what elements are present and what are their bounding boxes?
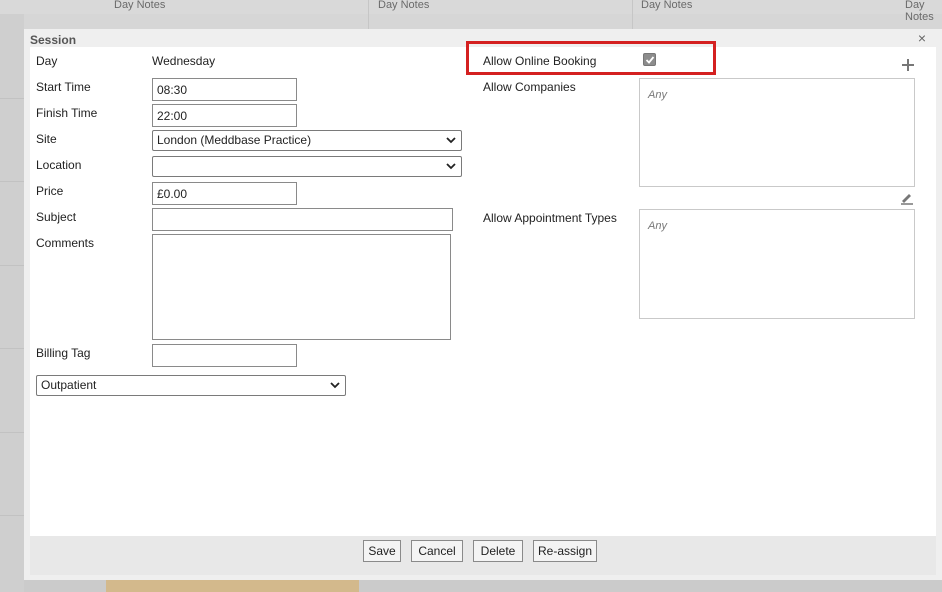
subject-label: Subject [36,210,77,224]
allow-online-booking-label: Allow Online Booking [483,54,597,68]
session-dialog: Session × Day Wednesday Start Time 08:30… [24,29,942,580]
start-time-input[interactable]: 08:30 [152,78,297,101]
chevron-down-icon [330,382,340,389]
appointment-class-select[interactable]: Outpatient [36,375,346,396]
allow-appointment-types-label: Allow Appointment Types [483,211,617,225]
edit-icon[interactable] [900,191,914,205]
start-time-label: Start Time [36,80,91,94]
save-button[interactable]: Save [363,540,401,562]
column-header-day-notes: Day Notes [905,0,934,23]
chevron-down-icon [446,163,456,170]
column-header-day-notes: Day Notes [114,0,166,11]
close-icon[interactable]: × [918,30,926,46]
allow-appointment-types-placeholder: Any [648,220,667,232]
checkmark-icon [645,56,655,64]
subject-input[interactable] [152,208,453,231]
delete-button[interactable]: Delete [473,540,523,562]
calendar-time-gutter [0,14,24,592]
price-input[interactable]: £0.00 [152,182,297,205]
appointment-class-value: Outpatient [41,378,97,392]
allow-appointment-types-list[interactable]: Any [639,209,915,319]
day-value: Wednesday [152,54,216,68]
site-label: Site [36,132,57,146]
allow-companies-list[interactable]: Any [639,78,915,187]
chevron-down-icon [446,137,456,144]
billing-tag-input[interactable] [152,344,297,367]
allow-companies-placeholder: Any [648,89,667,101]
allow-companies-label: Allow Companies [483,80,576,94]
price-label: Price [36,184,64,198]
calendar-session-block[interactable] [106,580,359,592]
dialog-body: Day Wednesday Start Time 08:30 Finish Ti… [30,41,936,536]
column-header-day-notes: Day Notes [641,0,693,11]
add-icon[interactable] [901,58,915,72]
allow-online-booking-checkbox[interactable] [643,53,656,66]
finish-time-input[interactable]: 22:00 [152,104,297,127]
site-select-value: London (Meddbase Practice) [157,133,312,147]
calendar-header: Day Notes Day Notes Day Notes Day Notes [0,0,942,23]
dialog-footer: Save Cancel Delete Re-assign [30,536,936,575]
location-select[interactable] [152,156,462,177]
column-header-day-notes: Day Notes [378,0,430,11]
reassign-button[interactable]: Re-assign [533,540,597,562]
comments-textarea[interactable] [152,234,451,340]
cancel-button[interactable]: Cancel [411,540,463,562]
day-label: Day [36,54,58,68]
comments-label: Comments [36,236,95,250]
dialog-title: Session [30,33,77,47]
finish-time-label: Finish Time [36,106,98,120]
site-select[interactable]: London (Meddbase Practice) [152,130,462,151]
location-label: Location [36,158,82,172]
billing-tag-label: Billing Tag [36,346,91,360]
